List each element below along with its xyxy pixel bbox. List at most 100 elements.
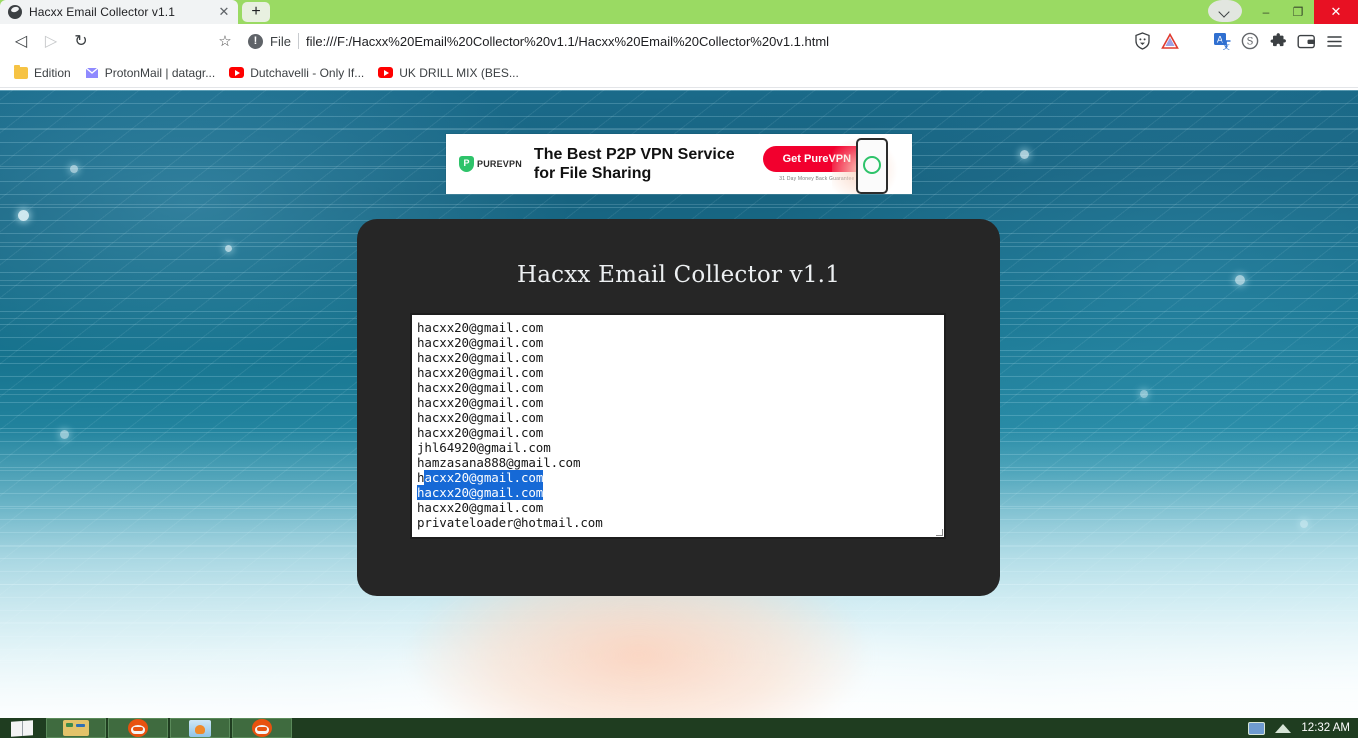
ad-headline-line1: The Best P2P VPN Service (533, 146, 735, 163)
tab-search-button[interactable] (1208, 0, 1242, 22)
minimize-icon: – (1262, 5, 1270, 19)
circuit-node (1235, 275, 1245, 285)
email-text: hacxx20@gmail.com (417, 365, 544, 380)
maximize-button[interactable]: ❐ (1282, 0, 1314, 24)
bookmark-icon[interactable]: ☆ (212, 26, 238, 56)
wallet-icon[interactable] (1292, 27, 1320, 55)
email-text: hacxx20@gmail.com (417, 380, 544, 395)
menu-icon[interactable] (1320, 27, 1348, 55)
email-line[interactable]: hacxx20@gmail.com (417, 395, 944, 410)
folder-icon (63, 720, 89, 736)
extensions-icon[interactable] (1264, 27, 1292, 55)
close-window-button[interactable]: ✕ (1314, 0, 1358, 24)
back-button[interactable]: ◁ (6, 26, 36, 56)
email-text: hacxx20@gmail.com (417, 320, 544, 335)
email-text: privateloader@hotmail.com (417, 515, 603, 530)
firefox-icon (128, 719, 148, 737)
bookmark-label: Dutchavelli - Only If... (250, 65, 365, 80)
system-tray: 12:32 AM (1248, 721, 1358, 735)
email-text: hacxx20@gmail.com (417, 410, 544, 425)
minimize-button[interactable]: – (1250, 0, 1282, 24)
tab-hacxx-email-collector[interactable]: Hacxx Email Collector v1.1 ✕ (0, 0, 238, 24)
youtube-icon (229, 67, 245, 78)
site-info-icon[interactable]: ! (248, 33, 263, 49)
browser-chrome: Hacxx Email Collector v1.1 ✕ + – ❐ ✕ ◁ ▷… (0, 0, 1358, 90)
brave-rewards-icon[interactable]: S (1236, 27, 1264, 55)
new-tab-button[interactable]: + (242, 2, 270, 22)
bookmarks-bar: Edition ProtonMail | datagr... Dutchavelli… (0, 58, 1358, 88)
close-icon: ✕ (1330, 4, 1342, 19)
email-line[interactable]: hacxx20@gmail.com (417, 335, 944, 350)
omnibox-divider (297, 33, 299, 49)
address-bar[interactable]: ! File file:///F:/Hacxx%20Email%20Collec… (238, 27, 1120, 55)
email-line[interactable]: hacxx20@gmail.com (417, 365, 944, 380)
email-text: hacxx20@gmail.com (417, 350, 544, 365)
url-scheme-label: File (270, 33, 291, 49)
taskbar-item-window[interactable] (170, 718, 230, 738)
brave-triangle-icon[interactable] (1156, 27, 1184, 55)
taskbar-item-firefox-2[interactable] (232, 718, 292, 738)
purevpn-logo: PUREVPN (459, 156, 522, 172)
tab-strip: Hacxx Email Collector v1.1 ✕ + – ❐ ✕ (0, 0, 1358, 24)
email-line[interactable]: jhl64920@gmail.com (417, 440, 944, 455)
close-tab-icon[interactable]: ✕ (216, 4, 232, 20)
resize-handle[interactable] (936, 529, 943, 536)
ad-phone-image (832, 134, 906, 194)
network-icon[interactable] (1275, 723, 1292, 733)
bookmark-item[interactable]: UK DRILL MIX (BES... (372, 63, 527, 83)
bookmark-item[interactable]: ProtonMail | datagr... (79, 63, 224, 83)
email-line[interactable]: hacxx20@gmail.com (417, 350, 944, 365)
url-text: file:///F:/Hacxx%20Email%20Collector%20v… (305, 33, 830, 49)
circuit-node (1020, 150, 1029, 159)
email-line[interactable]: hacxx20@gmail.com (417, 485, 944, 500)
display-icon[interactable] (1248, 721, 1266, 735)
circuit-node (225, 245, 232, 252)
email-line[interactable]: hacxx20@gmail.com (417, 500, 944, 515)
shield-icon (459, 156, 474, 172)
taskbar-item-firefox[interactable] (108, 718, 168, 738)
translate-icon[interactable]: A文 (1208, 27, 1236, 55)
globe-icon (8, 5, 22, 19)
toolbar-icons: A文 S (1128, 27, 1348, 55)
window-controls: – ❐ ✕ (1208, 0, 1358, 24)
email-line[interactable]: hacxx20@gmail.com (417, 425, 944, 440)
email-lines-container: hacxx20@gmail.com hacxx20@gmail.com hacxx2… (417, 320, 944, 530)
email-line[interactable]: hamzasana888@gmail.com (417, 455, 944, 470)
email-line[interactable]: privateloader@hotmail.com (417, 515, 944, 530)
bookmark-item[interactable]: Dutchavelli - Only If... (223, 63, 372, 83)
email-text-selected: hacxx20@gmail.com (417, 485, 544, 500)
email-line[interactable]: hacxx20@gmail.com (417, 470, 944, 485)
navigation-bar: ◁ ▷ ↻ ☆ ! File file:///F:/Hacxx%20Email%… (0, 24, 1358, 58)
email-text: hacxx20@gmail.com (417, 425, 544, 440)
reload-button[interactable]: ↻ (66, 26, 96, 56)
bookmark-item[interactable]: Edition (8, 63, 79, 83)
email-line[interactable]: hacxx20@gmail.com (417, 380, 944, 395)
email-list-textarea[interactable]: hacxx20@gmail.com hacxx20@gmail.com hacxx2… (410, 313, 946, 539)
screen: PUREVPN The Best P2P VPN Service for Fil… (0, 0, 1358, 738)
email-text: hacxx20@gmail.com (417, 335, 544, 350)
window-icon (189, 719, 211, 737)
clock[interactable]: 12:32 AM (1301, 722, 1350, 734)
start-icon (11, 719, 33, 737)
start-button[interactable] (0, 718, 44, 738)
email-text: hacxx20@gmail.com (417, 395, 544, 410)
page-title: Hacxx Email Collector v1.1 (516, 262, 841, 288)
maximize-icon: ❐ (1292, 5, 1304, 19)
taskbar-item-explorer[interactable] (46, 718, 106, 738)
email-text: jhl64920@gmail.com (417, 440, 551, 455)
ad-headline-line2: for File Sharing (533, 165, 652, 182)
circuit-node (70, 165, 78, 173)
brave-shields-icon[interactable] (1128, 27, 1156, 55)
bookmark-label: UK DRILL MIX (BES... (399, 65, 519, 80)
folder-icon (14, 64, 28, 79)
email-line[interactable]: hacxx20@gmail.com (417, 410, 944, 425)
forward-button[interactable]: ▷ (36, 26, 66, 56)
app-card: Hacxx Email Collector v1.1 hacxx20@gmail… (357, 219, 1000, 596)
ad-headline: The Best P2P VPN Service for File Sharin… (534, 145, 735, 183)
email-text: hamzasana888@gmail.com (417, 455, 581, 470)
youtube-icon (378, 67, 394, 78)
email-line[interactable]: hacxx20@gmail.com (417, 320, 944, 335)
advertisement-banner[interactable]: PUREVPN The Best P2P VPN Service for Fil… (446, 134, 912, 194)
tab-title: Hacxx Email Collector v1.1 (29, 5, 175, 19)
svg-text:S: S (1247, 37, 1254, 48)
